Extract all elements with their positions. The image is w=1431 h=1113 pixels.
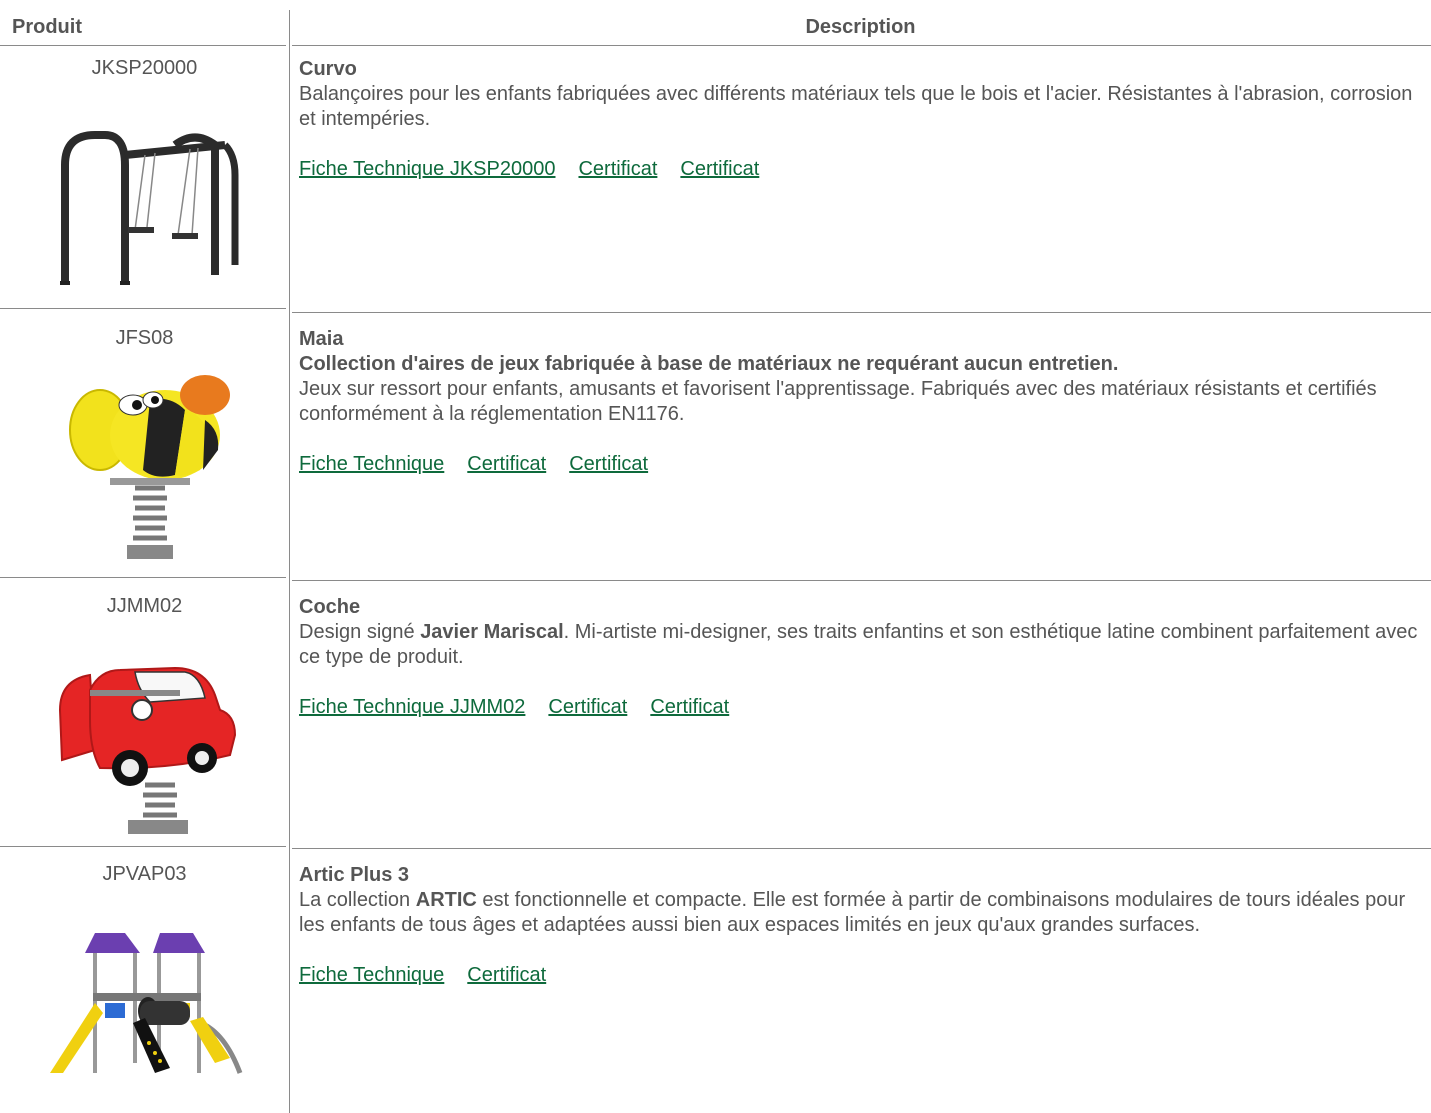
row-divider-left xyxy=(0,577,286,578)
designer-name: Javier Mariscal xyxy=(420,621,564,643)
collection-name: ARTIC xyxy=(415,889,477,911)
row-divider-right xyxy=(292,312,1431,313)
datasheet-link[interactable]: Fiche Technique xyxy=(299,453,444,475)
row-divider-right xyxy=(292,848,1431,849)
product-title: Coche xyxy=(299,596,361,618)
datasheet-link[interactable]: Fiche Technique JKSP20000 xyxy=(299,158,555,180)
product-text: Jeux sur ressort pour enfants, amusants … xyxy=(299,378,1377,425)
row-divider-left xyxy=(0,308,286,309)
header-divider-right xyxy=(292,45,1431,46)
product-code: JJMM02 xyxy=(106,595,183,617)
row-divider-right xyxy=(292,580,1431,581)
certificate-link[interactable]: Certificat xyxy=(569,453,648,475)
row-divider-left xyxy=(0,846,286,847)
header-divider-left xyxy=(0,45,286,46)
product-links: Fiche Technique JJMM02 Certificat Certific… xyxy=(299,695,1427,720)
product-text: La collection ARTIC est fonctionnelle et… xyxy=(299,889,1406,936)
datasheet-link[interactable]: Fiche Technique xyxy=(299,964,444,986)
product-code: JKSP20000 xyxy=(91,57,198,79)
product-title: Maia xyxy=(299,328,344,350)
certificate-link[interactable]: Certificat xyxy=(680,158,759,180)
column-separator xyxy=(289,10,290,1113)
certificate-link[interactable]: Certificat xyxy=(467,964,546,986)
product-description: Maia Collection d'aires de jeux fabriqué… xyxy=(299,327,1427,477)
product-links: Fiche Technique Certificat Certificat xyxy=(299,452,1427,477)
product-code: JPVAP03 xyxy=(102,863,187,885)
product-description: Coche Design signé Javier Mariscal. Mi-a… xyxy=(299,595,1427,720)
product-code: JFS08 xyxy=(115,327,174,349)
product-title: Curvo xyxy=(299,58,357,80)
product-subtitle: Collection d'aires de jeux fabriquée à b… xyxy=(299,353,1119,375)
product-title: Artic Plus 3 xyxy=(299,864,410,886)
header-description: Description xyxy=(805,16,916,38)
certificate-link[interactable]: Certificat xyxy=(578,158,657,180)
product-image-bee xyxy=(0,370,289,570)
product-text: Design signé Javier Mariscal. Mi-artiste… xyxy=(299,621,1418,668)
certificate-link[interactable]: Certificat xyxy=(650,696,729,718)
product-image-car xyxy=(0,640,289,840)
product-links: Fiche Technique Certificat xyxy=(299,963,1427,988)
header-product: Produit xyxy=(12,16,82,38)
product-text: Balançoires pour les enfants fabriquées … xyxy=(299,83,1413,130)
product-links: Fiche Technique JKSP20000 Certificat Certi… xyxy=(299,157,1427,182)
certificate-link[interactable]: Certificat xyxy=(467,453,546,475)
product-description: Artic Plus 3 La collection ARTIC est fon… xyxy=(299,863,1427,988)
product-description: Curvo Balançoires pour les enfants fabri… xyxy=(299,57,1427,182)
datasheet-link[interactable]: Fiche Technique JJMM02 xyxy=(299,696,525,718)
product-image-playground xyxy=(0,923,289,1083)
certificate-link[interactable]: Certificat xyxy=(548,696,627,718)
product-image-swing xyxy=(0,115,289,285)
